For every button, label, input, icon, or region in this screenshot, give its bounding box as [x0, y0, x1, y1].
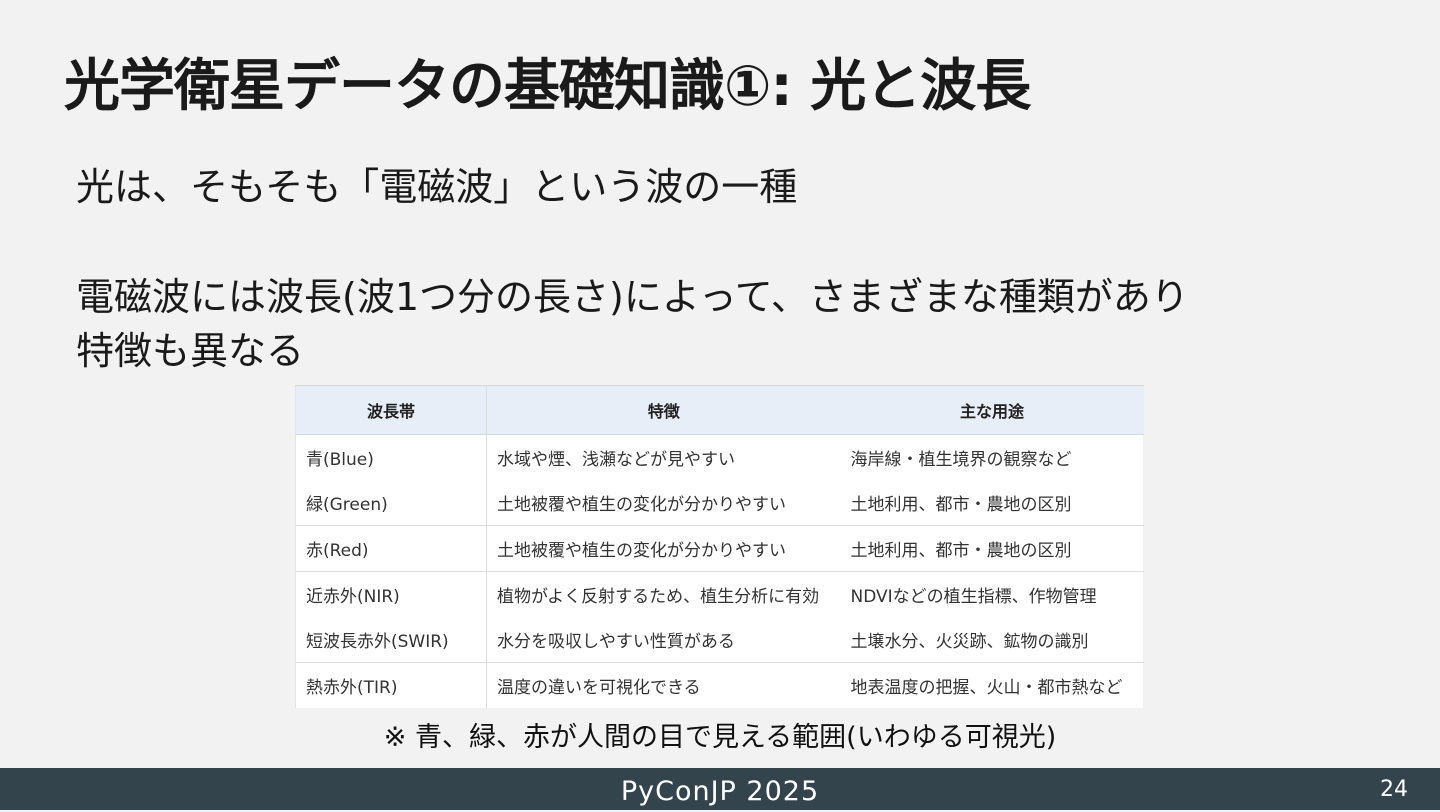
- table-row: 短波長赤外(SWIR) 水分を吸収しやすい性質がある 土壌水分、火災跡、鉱物の識…: [295, 617, 1144, 663]
- usage-cell: 海岸線・植生境界の観察など: [850, 450, 1072, 470]
- footer-bar: PyConJP 2025 24: [0, 768, 1440, 810]
- feature-cell: 植物がよく反射するため、植生分析に有効: [486, 571, 841, 617]
- header-feature: 特徴: [486, 385, 841, 435]
- footer-title: PyConJP 2025: [620, 776, 820, 807]
- header-band: 波長帯: [295, 385, 487, 435]
- band-cell: 近赤外(NIR): [295, 571, 487, 617]
- header-usage: 主な用途: [840, 385, 1144, 435]
- usage-cell: NDVIなどの植生指標、作物管理: [840, 571, 1144, 617]
- feature-cell: 水分を吸収しやすい性質がある: [497, 632, 735, 652]
- usage-cell: 土壌水分、火災跡、鉱物の識別: [850, 632, 1089, 652]
- page-number: 24: [1380, 777, 1408, 802]
- wavelength-table: 波長帯 特徴 主な用途 青(Blue) 水域や煙、浅瀬などが見やすい 海岸線・植…: [295, 385, 1144, 708]
- band-cell: 緑(Green): [295, 480, 487, 526]
- band-cell: 青(Blue): [295, 434, 487, 480]
- usage-cell: 土地利用、都市・農地の区別: [850, 495, 1072, 515]
- table-row: 熱赤外(TIR) 温度の違いを可視化できる 地表温度の把握、火山・都市熱など: [295, 662, 1144, 708]
- usage-cell: 土地利用、都市・農地の区別: [840, 525, 1144, 572]
- table-row: 緑(Green) 土地被覆や植生の変化が分かりやすい 土地利用、都市・農地の区別: [295, 480, 1144, 526]
- wavelength-text-line2: 特徴も異なる: [76, 329, 305, 373]
- wavelength-text-line1: 電磁波には波長(波1つ分の長さ)によって、さまざまな種類があり: [76, 275, 1189, 319]
- intro-text: 光は、そもそも「電磁波」という波の一種: [76, 165, 798, 209]
- band-cell: 短波長赤外(SWIR): [295, 617, 487, 663]
- feature-cell: 水域や煙、浅瀬などが見やすい: [497, 450, 735, 470]
- visible-light-note: ※ 青、緑、赤が人間の目で見える範囲(いわゆる可視光): [383, 722, 1057, 753]
- slide-title: 光学衛星データの基礎知識①: 光と波長: [64, 54, 1031, 119]
- table-row: 近赤外(NIR) 植物がよく反射するため、植生分析に有効 NDVIなどの植生指標…: [295, 571, 1144, 617]
- table-row: 青(Blue) 水域や煙、浅瀬などが見やすい 海岸線・植生境界の観察など: [295, 434, 1144, 480]
- table-header-row: 波長帯 特徴 主な用途: [295, 385, 1144, 435]
- feature-cell: 温度の違いを可視化できる: [486, 662, 841, 708]
- band-cell: 熱赤外(TIR): [295, 662, 487, 708]
- usage-cell: 地表温度の把握、火山・都市熱など: [840, 662, 1144, 708]
- feature-cell: 土地被覆や植生の変化が分かりやすい: [497, 495, 786, 515]
- table-row: 赤(Red) 土地被覆や植生の変化が分かりやすい 土地利用、都市・農地の区別: [295, 525, 1144, 572]
- feature-cell: 土地被覆や植生の変化が分かりやすい: [486, 525, 841, 572]
- band-cell: 赤(Red): [295, 525, 487, 572]
